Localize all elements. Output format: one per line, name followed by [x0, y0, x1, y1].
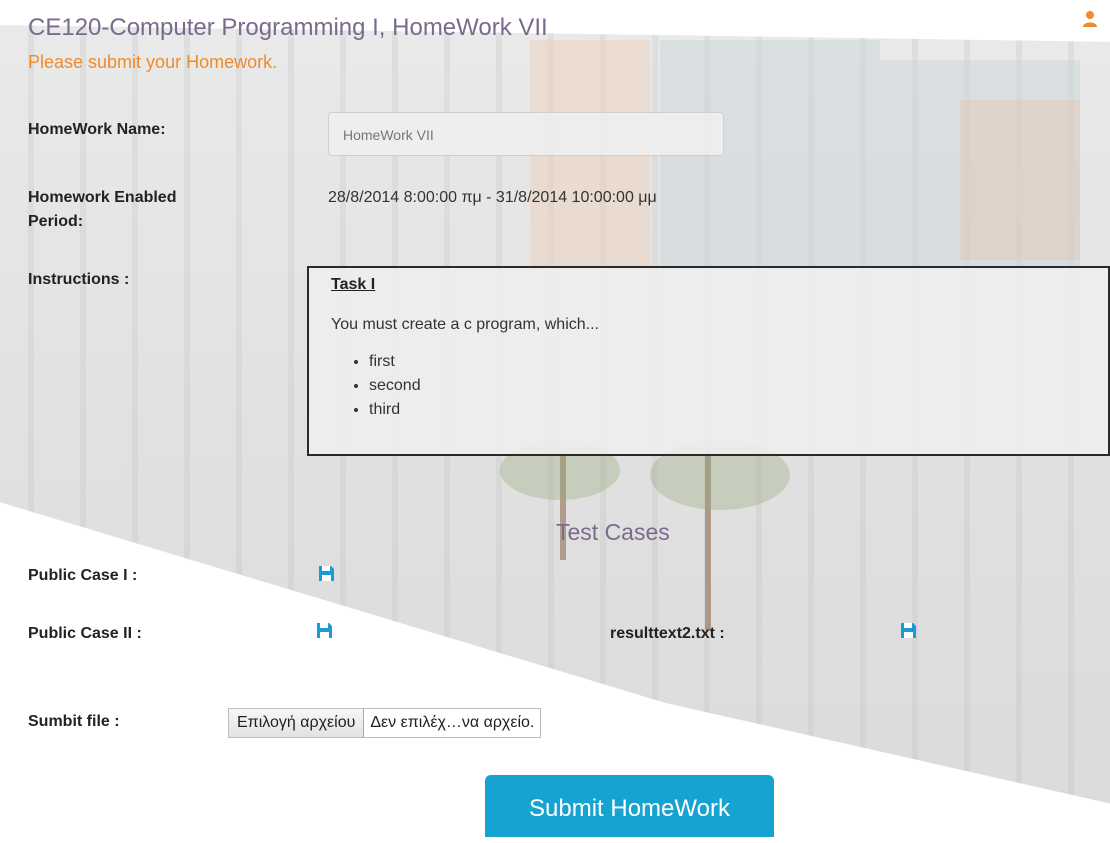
homework-name-label: HomeWork Name:	[28, 121, 166, 138]
result-file-label: resulttext2.txt :	[610, 625, 725, 642]
list-item: second	[369, 374, 1108, 398]
task-title: Task I	[331, 276, 376, 293]
page-subtitle: Please submit your Homework.	[28, 52, 278, 72]
homework-name-field: HomeWork VII	[328, 112, 724, 156]
homework-page: CE120-Computer Programming I, HomeWork V…	[0, 0, 1110, 837]
list-item: third	[369, 398, 1108, 422]
task-description: You must create a c program, which...	[331, 316, 599, 333]
file-status-text: Δεν επιλέχ…να αρχείο.	[370, 714, 535, 731]
enabled-period-label-line1: Homework Enabled	[28, 189, 177, 206]
page-title: CE120-Computer Programming I, HomeWork V…	[28, 14, 548, 41]
instructions-label: Instructions :	[28, 271, 130, 288]
instructions-box: Task I You must create a c program, whic…	[307, 266, 1110, 456]
public-case-1-label: Public Case I :	[28, 567, 138, 584]
list-item: first	[369, 350, 1108, 374]
task-list: first second third	[331, 350, 1108, 422]
user-icon[interactable]	[1082, 10, 1098, 28]
test-cases-title: Test Cases	[556, 519, 670, 545]
choose-file-button[interactable]: Επιλογή αρχείου	[229, 709, 365, 737]
enabled-period-label: Homework Enabled Period:	[28, 186, 176, 234]
file-input[interactable]: Επιλογή αρχείου Δεν επιλέχ…να αρχείο.	[228, 708, 542, 738]
floppy-disk-icon[interactable]	[316, 622, 333, 639]
public-case-2-label: Public Case II :	[28, 625, 142, 642]
floppy-disk-icon[interactable]	[900, 622, 917, 639]
floppy-disk-icon[interactable]	[318, 565, 335, 582]
enabled-period-label-line2: Period:	[28, 213, 84, 230]
enabled-period-value: 28/8/2014 8:00:00 πμ - 31/8/2014 10:00:0…	[328, 189, 657, 206]
submit-homework-button[interactable]: Submit HomeWork	[485, 775, 774, 837]
submit-file-label: Sumbit file :	[28, 713, 120, 730]
